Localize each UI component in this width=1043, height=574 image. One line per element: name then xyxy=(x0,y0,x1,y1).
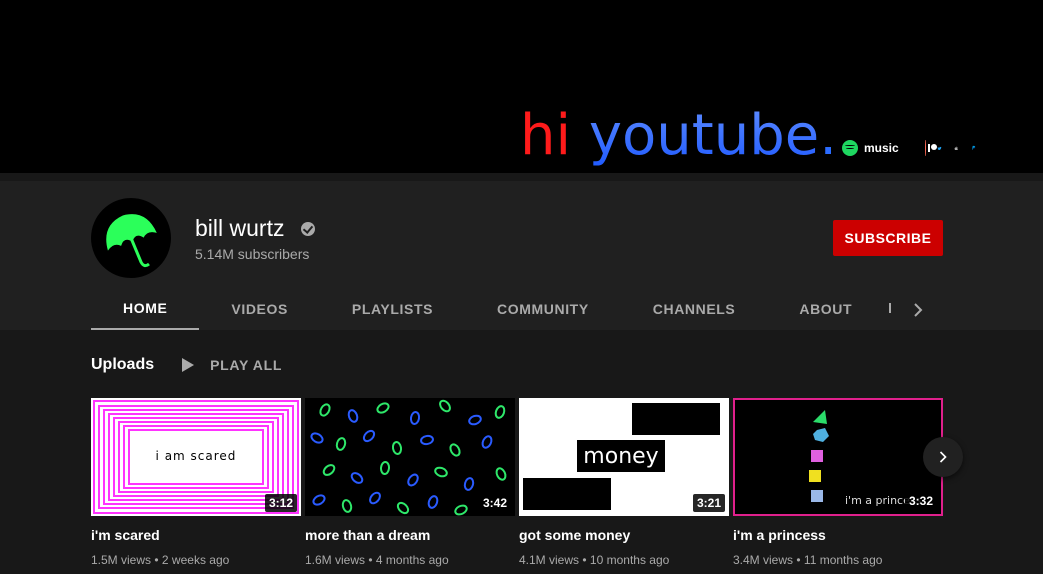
banner-word-youtube: youtube xyxy=(588,103,820,168)
tab-videos[interactable]: VIDEOS xyxy=(199,288,320,330)
video-meta: 1.5M views • 2 weeks ago xyxy=(91,553,301,567)
tab-playlists[interactable]: PLAYLISTS xyxy=(320,288,465,330)
subscriber-count: 5.14M subscribers xyxy=(195,246,310,262)
play-all-button[interactable]: PLAY ALL xyxy=(182,357,282,373)
twitter-icon[interactable] xyxy=(937,146,942,151)
play-all-label: PLAY ALL xyxy=(210,357,283,373)
subscribe-button[interactable]: SUBSCRIBE xyxy=(833,220,943,256)
thumbnail-text: money xyxy=(577,440,665,472)
video-card[interactable]: 3:42 more than a dream 1.6M views • 4 mo… xyxy=(305,398,515,567)
channel-header: bill wurtz 5.14M subscribers SUBSCRIBE H… xyxy=(0,181,1043,330)
uploads-shelf-header: Uploads PLAY ALL xyxy=(91,354,282,376)
play-icon xyxy=(182,358,195,372)
video-duration: 3:12 xyxy=(264,494,297,512)
video-meta: 3.4M views • 11 months ago xyxy=(733,553,943,567)
banner-word-hi: hi xyxy=(520,103,572,168)
thumbnail-text: i am scared xyxy=(137,436,255,476)
banner-title: hi youtube. xyxy=(520,104,837,168)
video-title[interactable]: got some money xyxy=(519,527,729,543)
spotify-icon xyxy=(842,140,858,156)
tab-channels[interactable]: CHANNELS xyxy=(621,288,768,330)
uploads-title[interactable]: Uploads xyxy=(91,356,154,374)
video-meta: 4.1M views • 10 months ago xyxy=(519,553,729,567)
banner-links: music xyxy=(842,138,977,158)
shelf-next-button[interactable] xyxy=(923,437,963,477)
video-thumbnail[interactable]: money 3:21 xyxy=(519,398,729,516)
search-icon[interactable] xyxy=(889,303,891,313)
video-title[interactable]: i'm scared xyxy=(91,527,301,543)
video-age: 4 months ago xyxy=(375,553,449,567)
tab-community[interactable]: COMMUNITY xyxy=(465,288,621,330)
channel-name[interactable]: bill wurtz xyxy=(195,214,284,242)
chevron-right-icon xyxy=(939,451,947,463)
video-views: 1.6M views xyxy=(305,553,366,567)
video-duration: 3:32 xyxy=(904,492,937,510)
banner-link-music-label: music xyxy=(864,141,899,155)
patreon-icon[interactable] xyxy=(924,140,933,156)
tab-home[interactable]: HOME xyxy=(91,288,200,330)
video-title[interactable]: i'm a princess xyxy=(733,527,943,543)
channel-banner: hi youtube. music xyxy=(0,0,1043,173)
channel-tabs: HOME VIDEOS PLAYLISTS COMMUNITY CHANNELS… xyxy=(91,288,884,330)
video-duration: 3:42 xyxy=(478,494,511,512)
uploads-shelf: i am scared 3:12 i'm scared 1.5M views •… xyxy=(91,398,947,567)
thumbnail-block xyxy=(523,478,611,510)
thumbnail-block xyxy=(632,403,720,435)
paypal-icon[interactable] xyxy=(971,145,976,151)
video-thumbnail[interactable]: i am scared 3:12 xyxy=(91,398,301,516)
video-title[interactable]: more than a dream xyxy=(305,527,515,543)
meta-separator: • xyxy=(154,553,159,567)
tab-about[interactable]: ABOUT xyxy=(767,288,884,330)
apple-icon[interactable] xyxy=(954,145,959,151)
channel-avatar[interactable] xyxy=(91,198,171,278)
video-card[interactable]: i'm a princess 3:32 i'm a princess 3.4M … xyxy=(733,398,943,567)
meta-separator: • xyxy=(796,553,801,567)
meta-separator: • xyxy=(368,553,373,567)
video-card[interactable]: money 3:21 got some money 4.1M views • 1… xyxy=(519,398,729,567)
video-thumbnail[interactable]: i'm a princess 3:32 xyxy=(733,398,943,516)
green-umbrella-icon xyxy=(106,214,157,268)
banner-link-music[interactable]: music xyxy=(842,140,913,156)
video-thumbnail[interactable]: 3:42 xyxy=(305,398,515,516)
chevron-right-icon[interactable] xyxy=(906,298,930,322)
video-duration: 3:21 xyxy=(692,494,725,512)
video-views: 3.4M views xyxy=(733,553,794,567)
video-card[interactable]: i am scared 3:12 i'm scared 1.5M views •… xyxy=(91,398,301,567)
meta-separator: • xyxy=(582,553,587,567)
video-views: 4.1M views xyxy=(519,553,580,567)
video-meta: 1.6M views • 4 months ago xyxy=(305,553,515,567)
verified-badge-icon xyxy=(301,222,315,236)
video-views: 1.5M views xyxy=(91,553,152,567)
video-age: 11 months ago xyxy=(803,553,883,567)
video-age: 10 months ago xyxy=(589,553,670,567)
banner-dot: . xyxy=(819,103,838,168)
video-age: 2 weeks ago xyxy=(161,553,230,567)
